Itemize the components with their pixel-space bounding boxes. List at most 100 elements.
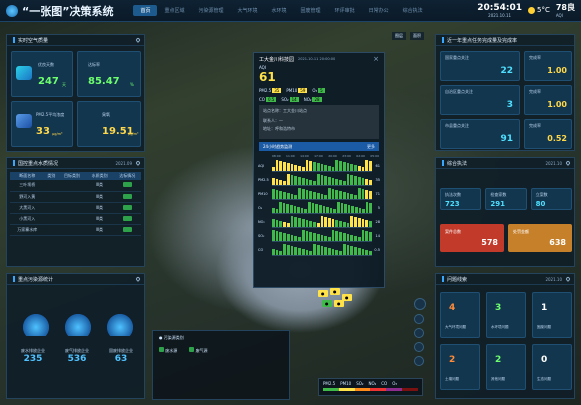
table-row[interactable]: 小黑河入 Ⅲ类 bbox=[10, 213, 141, 225]
trend-bar bbox=[286, 163, 290, 171]
issue-card[interactable]: 2 土壤问题 bbox=[440, 344, 480, 390]
legend-pollutant[interactable]: PM10 bbox=[340, 381, 351, 386]
table-header[interactable]: 类别 bbox=[44, 172, 59, 180]
trend-bar bbox=[335, 250, 339, 255]
location-icon[interactable] bbox=[135, 37, 141, 43]
nav-item[interactable]: 固废管理 bbox=[294, 5, 328, 16]
good-days-card[interactable]: 优良天数 247 天 bbox=[11, 51, 73, 97]
trend-bar bbox=[272, 178, 275, 185]
issue-card[interactable]: 4 大气环境问题 bbox=[440, 292, 480, 338]
stat-card[interactable]: 检查家数 291 bbox=[485, 188, 527, 210]
rate-card[interactable]: 完成率 0.52 bbox=[524, 119, 572, 149]
pm25-card[interactable]: PM2.5平均浓度 33 μg/m³ bbox=[11, 101, 73, 147]
trend-bar bbox=[354, 247, 357, 255]
nav-item[interactable]: 综合执法 bbox=[396, 5, 430, 16]
station-marker[interactable]: ● bbox=[334, 300, 344, 307]
more-link[interactable]: 更多 bbox=[367, 144, 375, 150]
close-icon[interactable]: × bbox=[373, 55, 379, 63]
legend-pollutant[interactable]: PM2.5 bbox=[323, 381, 335, 386]
task-card[interactable]: 自治区重点关注 3 bbox=[440, 85, 520, 115]
panel-title: 综合执法 2021.10 bbox=[436, 158, 574, 169]
issue-card[interactable]: 1 固废问题 bbox=[532, 292, 572, 338]
trend-chart: AQI 61 PM2.5 35 PM10 71 O₃ 5 NO₂ 28 SO₂ 14 CO 0.5 bbox=[254, 158, 384, 258]
compliance-rate-card[interactable]: 达标率 85.47 % bbox=[77, 51, 141, 97]
task-card[interactable]: 国家重点关注 22 bbox=[440, 51, 520, 81]
nav-item[interactable]: 首页 bbox=[133, 5, 158, 16]
legend-item[interactable]: 废水源 bbox=[159, 347, 177, 354]
locate-icon[interactable] bbox=[414, 342, 424, 352]
nav-item[interactable]: 重点区域 bbox=[157, 5, 191, 16]
main-nav: 首页 重点区域 污染源管理 大气环境 水环境 固废管理 环评审批 日常办公 综合… bbox=[133, 5, 429, 16]
trend-bar bbox=[357, 218, 361, 227]
legend-pollutant[interactable]: CO bbox=[381, 381, 387, 386]
station-marker[interactable]: ● bbox=[322, 300, 332, 307]
stat-item[interactable]: 固废排放企业 63 bbox=[99, 348, 143, 364]
trend-bar bbox=[324, 195, 328, 199]
issue-card[interactable]: 2 其他问题 bbox=[486, 344, 526, 390]
nav-item[interactable]: 环评审批 bbox=[328, 5, 362, 16]
trend-bar bbox=[354, 195, 357, 199]
trend-bar bbox=[286, 223, 290, 227]
trend-bar bbox=[320, 235, 324, 241]
case-count-badge[interactable]: 案件总数 578 bbox=[440, 224, 504, 252]
trend-bar bbox=[335, 160, 339, 171]
table-header[interactable]: 水质类别 bbox=[85, 172, 114, 180]
trend-bar bbox=[301, 189, 305, 199]
station-marker[interactable]: ● bbox=[318, 290, 328, 297]
trend-bar bbox=[339, 251, 342, 255]
rate-card[interactable]: 完成率 1.00 bbox=[524, 85, 572, 115]
issue-card[interactable]: 0 生态问题 bbox=[532, 344, 572, 390]
trend-bar bbox=[335, 231, 339, 241]
trend-bar bbox=[309, 221, 313, 227]
zoom-in-icon[interactable] bbox=[414, 314, 424, 324]
card-unit: μg/m³ bbox=[52, 132, 63, 136]
issue-card[interactable]: 3 水环境问题 bbox=[486, 292, 526, 338]
status-chip bbox=[122, 215, 132, 221]
compass-icon[interactable] bbox=[414, 298, 426, 310]
nav-item[interactable]: 大气环境 bbox=[231, 5, 265, 16]
trend-bar bbox=[316, 193, 320, 199]
rate-card[interactable]: 完成率 1.00 bbox=[524, 51, 572, 81]
nav-item[interactable]: 日常办公 bbox=[362, 5, 396, 16]
table-row[interactable]: 三叶坝桥 Ⅲ类 bbox=[10, 180, 141, 192]
nav-item[interactable]: 水环境 bbox=[265, 5, 294, 16]
legend-item[interactable]: 废气源 bbox=[189, 347, 208, 354]
table-header[interactable]: 断面名称 bbox=[10, 172, 45, 180]
task-card[interactable]: 市县重点关注 91 bbox=[440, 119, 520, 149]
air-quality-panel: 实时空气质量 优良天数 247 天 达标率 85.47 % PM2.5平均浓度 … bbox=[6, 34, 145, 152]
location-icon[interactable] bbox=[565, 160, 571, 166]
table-header[interactable]: 达标情况 bbox=[113, 172, 141, 180]
location-icon[interactable] bbox=[565, 276, 571, 282]
ozone-card[interactable]: 臭氧 19.51 μg/m³ bbox=[77, 101, 141, 147]
location-icon[interactable] bbox=[135, 276, 141, 282]
trend-bar bbox=[316, 234, 320, 241]
location-icon[interactable] bbox=[135, 160, 141, 166]
stat-card[interactable]: 立案数 80 bbox=[530, 188, 572, 210]
fullscreen-icon[interactable] bbox=[414, 356, 424, 366]
table-header[interactable]: 目标类别 bbox=[58, 172, 86, 180]
water-table: 断面名称 类别 目标类别 水质类别 达标情况 三叶坝桥 Ⅲ类 野河入黄 Ⅲ类 大黑河… bbox=[10, 172, 141, 236]
trend-bar bbox=[346, 193, 350, 199]
penalty-badge[interactable]: 处罚金额 638 bbox=[508, 224, 572, 252]
table-row[interactable]: 大黑河入 Ⅲ类 bbox=[10, 202, 141, 214]
card-label: 达标率 bbox=[88, 62, 100, 67]
legend-pollutant[interactable]: O₃ bbox=[392, 381, 397, 386]
trend-tab[interactable]: 24小时趋势监测 更多 bbox=[259, 142, 379, 151]
legend-pollutant[interactable]: SO₂ bbox=[356, 381, 363, 386]
layer-button[interactable]: 图层 bbox=[392, 32, 406, 40]
stat-item[interactable]: 废水排放企业 235 bbox=[11, 348, 55, 364]
table-row[interactable]: 野河入黄 Ⅲ类 bbox=[10, 191, 141, 203]
station-marker[interactable]: ● bbox=[330, 288, 340, 295]
table-row[interactable]: 万家寨水库 Ⅲ类 bbox=[10, 224, 141, 236]
trend-bar bbox=[298, 218, 301, 227]
stat-card[interactable]: 执法次数 723 bbox=[440, 188, 482, 210]
nav-item[interactable]: 污染源管理 bbox=[192, 5, 231, 16]
trend-row-last: 61 bbox=[375, 163, 380, 168]
legend-pollutant[interactable]: NO₂ bbox=[368, 381, 376, 386]
area-button[interactable]: 面积 bbox=[410, 32, 424, 40]
zoom-out-icon[interactable] bbox=[414, 328, 424, 338]
stat-item[interactable]: 废气排放企业 536 bbox=[55, 348, 99, 364]
trend-bar bbox=[304, 209, 308, 213]
trend-bar bbox=[331, 178, 335, 185]
trend-bar bbox=[346, 245, 350, 255]
